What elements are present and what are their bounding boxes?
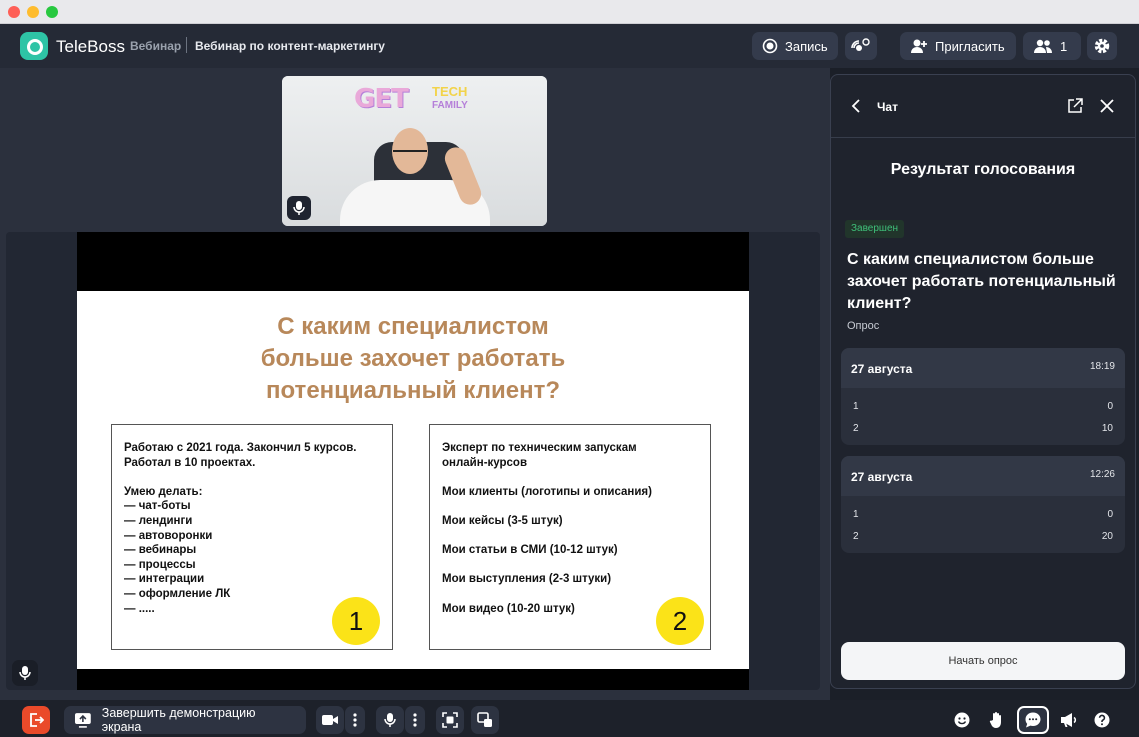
poll-result-date: 27 августа [851,362,913,376]
chat-panel: Чат Результат голосования Завершен С как… [830,74,1136,689]
smile-icon [954,712,970,728]
broadcast-button[interactable] [845,32,877,60]
picture-in-picture-icon [477,712,492,727]
chat-button[interactable] [1017,706,1049,734]
option-2-badge: 2 [656,597,704,645]
option-1-badge: 1 [332,597,380,645]
poll-results-heading: Результат голосования [890,161,1076,178]
participants-count: 1 [1060,38,1068,54]
window-titlebar [0,0,1139,24]
focus-screen-button[interactable] [436,706,464,734]
participants-button[interactable]: 1 [1023,32,1081,60]
start-poll-button[interactable]: Начать опрос [841,642,1125,680]
presentation-slide: С каким специалистом больше захочет рабо… [77,291,749,669]
poll-option: 1 [853,509,859,520]
more-vertical-icon [413,713,417,727]
wall-sign-top: TECH [432,84,468,99]
option-1-text: Работаю с 2021 года. Закончил 5 курсов. … [124,442,357,615]
poll-votes: 20 [1101,531,1113,542]
chat-panel-header: Чат [831,75,1135,138]
poll-result-card[interactable]: 27 августа 12:26 1 0 2 20 [841,456,1125,553]
poll-votes: 0 [1107,509,1113,520]
poll-result-card[interactable]: 27 августа 18:19 1 0 2 10 [841,348,1125,445]
screen-focus-icon [442,712,458,728]
poll-option: 1 [853,401,859,412]
maximize-window-button[interactable] [46,6,58,18]
mic-options-button[interactable] [405,706,425,734]
breadcrumb-divider [186,37,187,53]
broadcast-icon [851,38,870,51]
announcements-button[interactable] [1054,706,1082,734]
more-vertical-icon [353,713,357,727]
poll-result-row: 1 0 [853,509,1113,523]
invite-button[interactable]: Пригласить [900,32,1016,60]
poll-votes: 0 [1107,401,1113,412]
chat-panel-title: Чат [877,100,898,114]
external-link-icon[interactable] [1067,98,1083,114]
poll-votes: 10 [1101,423,1113,434]
hand-icon [989,712,1001,728]
slide-option-1: Работаю с 2021 года. Закончил 5 курсов. … [111,424,393,650]
speaker-mic-indicator [287,196,311,220]
poll-result-time: 12:26 [1089,469,1115,480]
poll-option: 2 [853,423,859,434]
microphone-icon [384,713,396,727]
record-button[interactable]: Запись [752,32,838,60]
wall-sign-main: GET [354,84,409,114]
gear-icon [1094,38,1110,54]
help-icon [1094,712,1110,728]
poll-type: Опрос [847,320,880,332]
poll-result-time: 18:19 [1089,361,1115,372]
speaker-glasses [393,150,427,156]
webinar-title: Вебинар по контент-маркетингу [195,39,385,53]
chat-bubble-icon [1025,712,1041,728]
close-window-button[interactable] [8,6,20,18]
exit-icon [30,713,44,727]
raise-hand-button[interactable] [983,706,1011,734]
poll-result-header: 27 августа 18:19 [841,348,1125,388]
presenter-mic-indicator [12,660,38,686]
reactions-button[interactable] [948,706,976,734]
stop-share-label: Завершить демонстрацию экрана [101,706,256,734]
poll-result-row: 1 0 [853,401,1113,415]
poll-result-header: 27 августа 12:26 [841,456,1125,496]
mic-toggle-button[interactable] [376,706,404,734]
microphone-icon [293,201,305,215]
microphone-icon [19,666,31,680]
app-header: TeleBoss Вебинар Вебинар по контент-марк… [0,24,1139,68]
camera-toggle-button[interactable] [316,706,344,734]
chevron-left-icon[interactable] [851,99,861,113]
help-button[interactable] [1088,706,1116,734]
poll-result-row: 2 10 [853,423,1113,437]
leave-button[interactable] [22,706,50,734]
screen-share-icon [74,713,91,728]
invite-label: Пригласить [935,38,1005,54]
wall-sign-bottom: FAMILY [432,100,468,111]
stop-screen-share-button[interactable]: Завершить демонстрацию экрана [64,706,306,734]
poll-result-date: 27 августа [851,470,913,484]
option-2-text: Эксперт по техническим запускам онлайн-к… [442,442,652,615]
record-icon [762,38,778,54]
camera-options-button[interactable] [345,706,365,734]
slide-title: С каким специалистом больше захочет рабо… [260,313,566,404]
settings-button[interactable] [1087,32,1117,60]
poll-question: С каким специалистом больше захочет рабо… [847,251,1116,312]
close-icon[interactable] [1099,98,1115,114]
users-icon [1034,39,1052,53]
speaker-video-tile[interactable]: GET TECH FAMILY [282,76,547,226]
record-label: Запись [785,38,828,54]
brand-name: TeleBoss [56,37,125,56]
minimize-window-button[interactable] [27,6,39,18]
status-badge: Завершен [845,220,905,238]
breadcrumb-section[interactable]: Вебинар [130,39,181,53]
megaphone-icon [1061,713,1077,727]
poll-option: 2 [853,531,859,542]
poll-result-row: 2 20 [853,531,1113,545]
layout-switch-button[interactable] [471,706,499,734]
add-user-icon [911,39,927,53]
teleboss-logo-icon [20,32,48,60]
video-camera-icon [322,715,338,725]
slide-option-2: Эксперт по техническим запускам онлайн-к… [429,424,711,650]
